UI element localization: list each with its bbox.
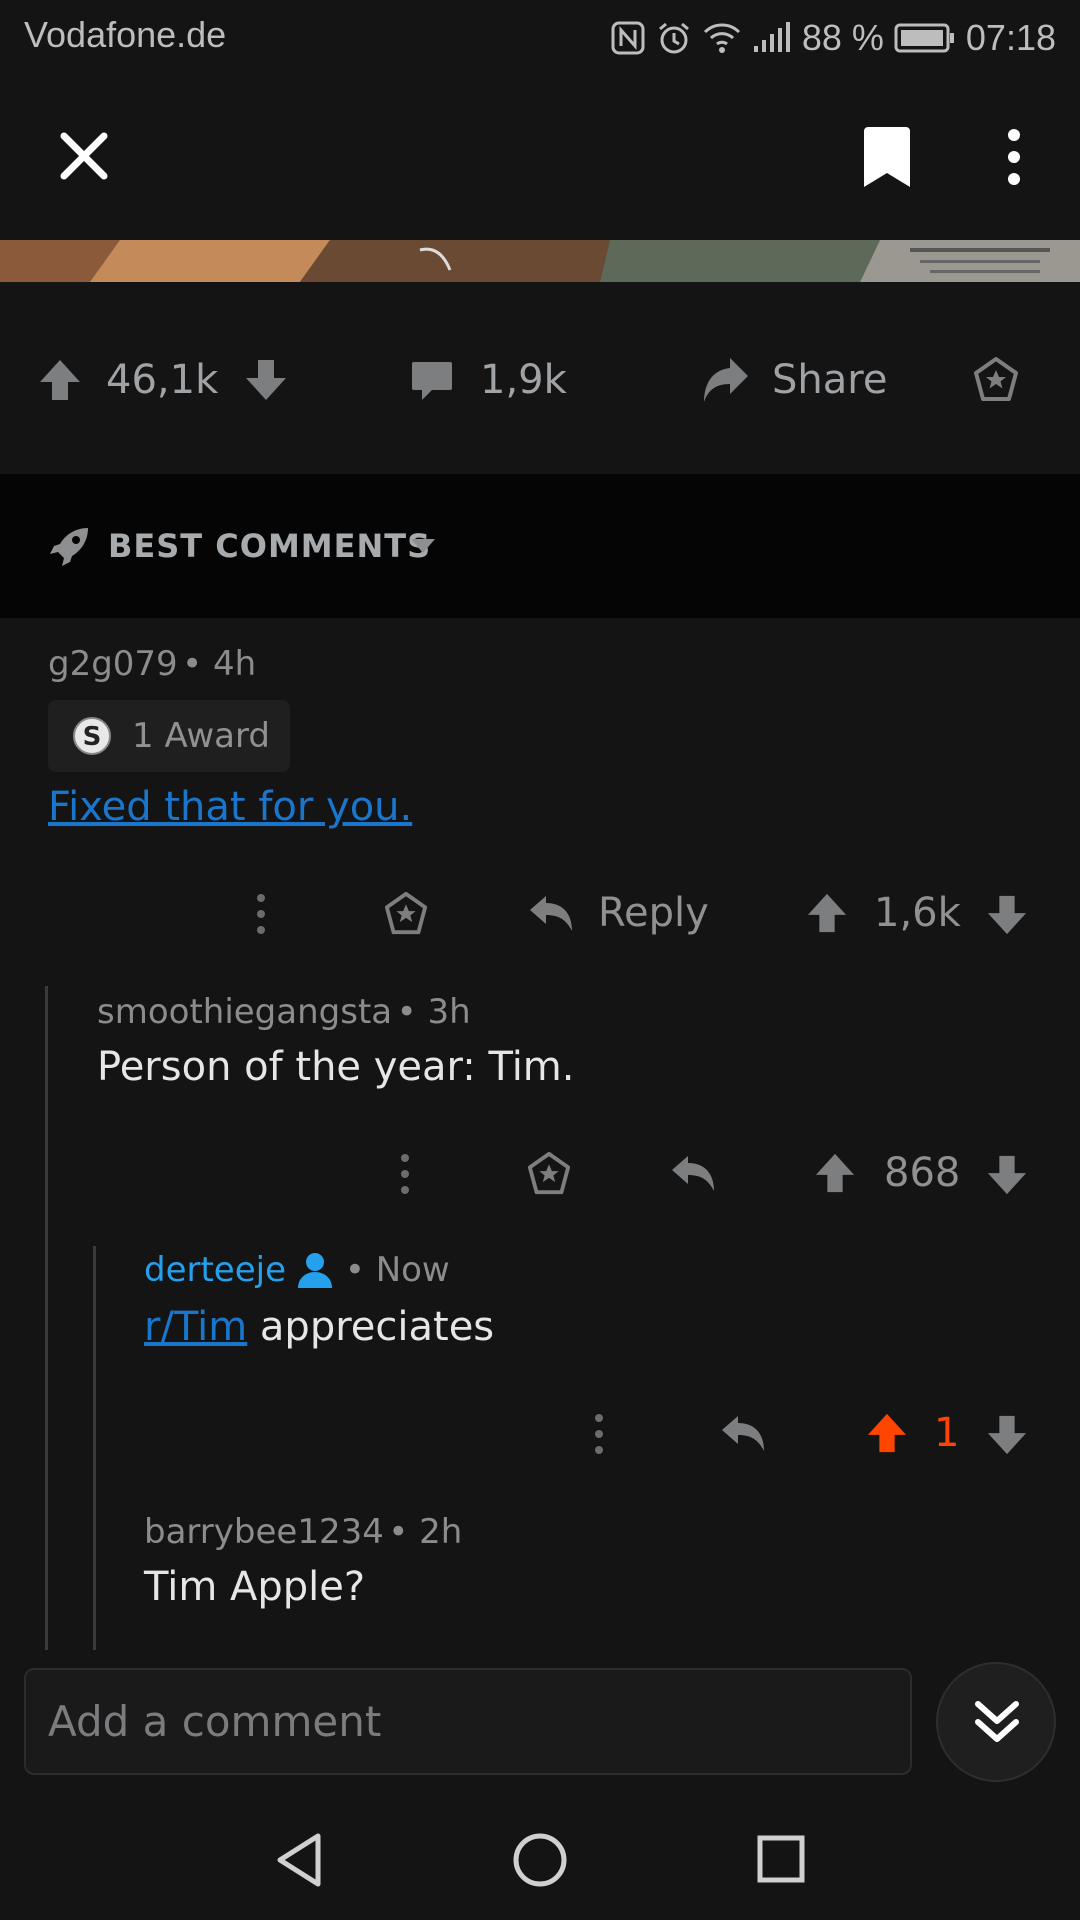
comment-age: 4h (213, 644, 257, 684)
sort-label: BEST COMMENTS (108, 527, 432, 565)
comment-icon[interactable] (410, 358, 454, 402)
alarm-icon (658, 22, 689, 54)
comment-sort-bar[interactable]: BEST COMMENTS (0, 474, 1080, 618)
meta-separator: • (182, 644, 214, 684)
share-icon[interactable] (700, 356, 750, 404)
nfc-icon (611, 21, 645, 55)
award-badge[interactable]: S 1 Award (48, 700, 290, 772)
post-action-bar: 46,1k 1,9k Share (0, 282, 1080, 474)
top-app-bar (0, 75, 1080, 240)
comment-composer[interactable] (24, 1668, 912, 1775)
comment-author[interactable]: g2g079 (48, 644, 178, 684)
more-vertical-icon[interactable] (590, 1412, 608, 1456)
comment-score: 1,6k (874, 890, 961, 936)
comment-author[interactable]: smoothiegangsta (97, 992, 392, 1032)
svg-text:S: S (83, 722, 102, 752)
award-icon[interactable] (526, 1151, 572, 1197)
reply-icon[interactable] (670, 1152, 716, 1196)
upvote-icon[interactable] (806, 892, 848, 934)
downvote-icon[interactable] (986, 894, 1028, 936)
reply-icon[interactable] (720, 1412, 766, 1456)
comment-body-link[interactable]: Fixed that for you. (48, 784, 412, 830)
double-chevron-down-icon (975, 1701, 1019, 1742)
comment-count[interactable]: 1,9k (480, 357, 567, 403)
signal-icon (753, 22, 790, 52)
comment-author[interactable]: barrybee1234 (144, 1512, 384, 1552)
add-comment-input[interactable] (46, 1670, 886, 1773)
comment-body: Tim Apple? (144, 1564, 366, 1610)
meta-separator: • (388, 1512, 420, 1552)
comment-age: 2h (419, 1512, 463, 1552)
home-icon[interactable] (512, 1832, 568, 1888)
post-image-crop (0, 240, 1080, 282)
battery-percent: 88 % (801, 17, 884, 58)
comment-meta: barrybee1234 • 2h (144, 1512, 462, 1552)
bookmark-icon[interactable] (860, 125, 914, 189)
comment-body-text: appreciates (247, 1304, 495, 1350)
comment-age: 3h (427, 992, 471, 1032)
rocket-icon (50, 528, 88, 566)
thread-line[interactable] (45, 986, 48, 1650)
comment-age: Now (375, 1250, 450, 1290)
reply-icon[interactable] (528, 892, 574, 936)
thread-line[interactable] (93, 1246, 96, 1650)
close-icon[interactable] (56, 128, 112, 184)
downvote-icon[interactable] (986, 1414, 1028, 1456)
back-icon[interactable] (274, 1832, 324, 1888)
comment-author[interactable]: derteeje (144, 1250, 286, 1290)
wifi-icon (703, 23, 740, 53)
meta-separator: • (334, 1250, 376, 1290)
carrier-name: Vodafone.de (24, 14, 227, 55)
post-score: 46,1k (106, 357, 219, 403)
upvote-icon[interactable] (814, 1152, 856, 1194)
chevron-down-icon (411, 539, 435, 553)
comment-body: r/Tim appreciates (144, 1304, 494, 1350)
silver-award-icon: S (73, 717, 111, 755)
reply-button[interactable]: Reply (598, 890, 709, 936)
upvote-icon-active[interactable] (866, 1412, 908, 1454)
downvote-icon[interactable] (986, 1154, 1028, 1196)
more-vertical-icon[interactable] (252, 892, 270, 936)
downvote-icon[interactable] (244, 358, 288, 402)
clock: 07:18 (965, 17, 1056, 58)
award-count: 1 Award (132, 716, 270, 756)
recents-icon[interactable] (756, 1834, 806, 1884)
status-icons: 88 % 07:18 (610, 14, 1056, 62)
award-icon[interactable] (383, 891, 429, 937)
more-vertical-icon[interactable] (998, 127, 1030, 187)
status-bar: Vodafone.de 88 % 07:18 (0, 0, 1080, 75)
comment-score: 1 (934, 1410, 960, 1456)
user-icon (298, 1253, 333, 1288)
subreddit-link[interactable]: r/Tim (144, 1304, 247, 1350)
share-button[interactable]: Share (772, 357, 887, 403)
comment-score: 868 (884, 1150, 961, 1196)
comment-meta: smoothiegangsta • 3h (97, 992, 471, 1032)
comment-meta: derteeje • Now (144, 1250, 450, 1290)
comment-body: Person of the year: Tim. (97, 1044, 575, 1090)
comment-meta: g2g079 • 4h (48, 644, 256, 684)
system-nav-bar (0, 1790, 1080, 1920)
upvote-icon[interactable] (38, 358, 82, 402)
battery-icon (894, 23, 954, 53)
more-vertical-icon[interactable] (396, 1152, 414, 1196)
post-image[interactable] (0, 240, 1080, 282)
award-icon[interactable] (972, 356, 1020, 404)
meta-separator: • (396, 992, 428, 1032)
next-comment-button[interactable] (936, 1662, 1056, 1782)
